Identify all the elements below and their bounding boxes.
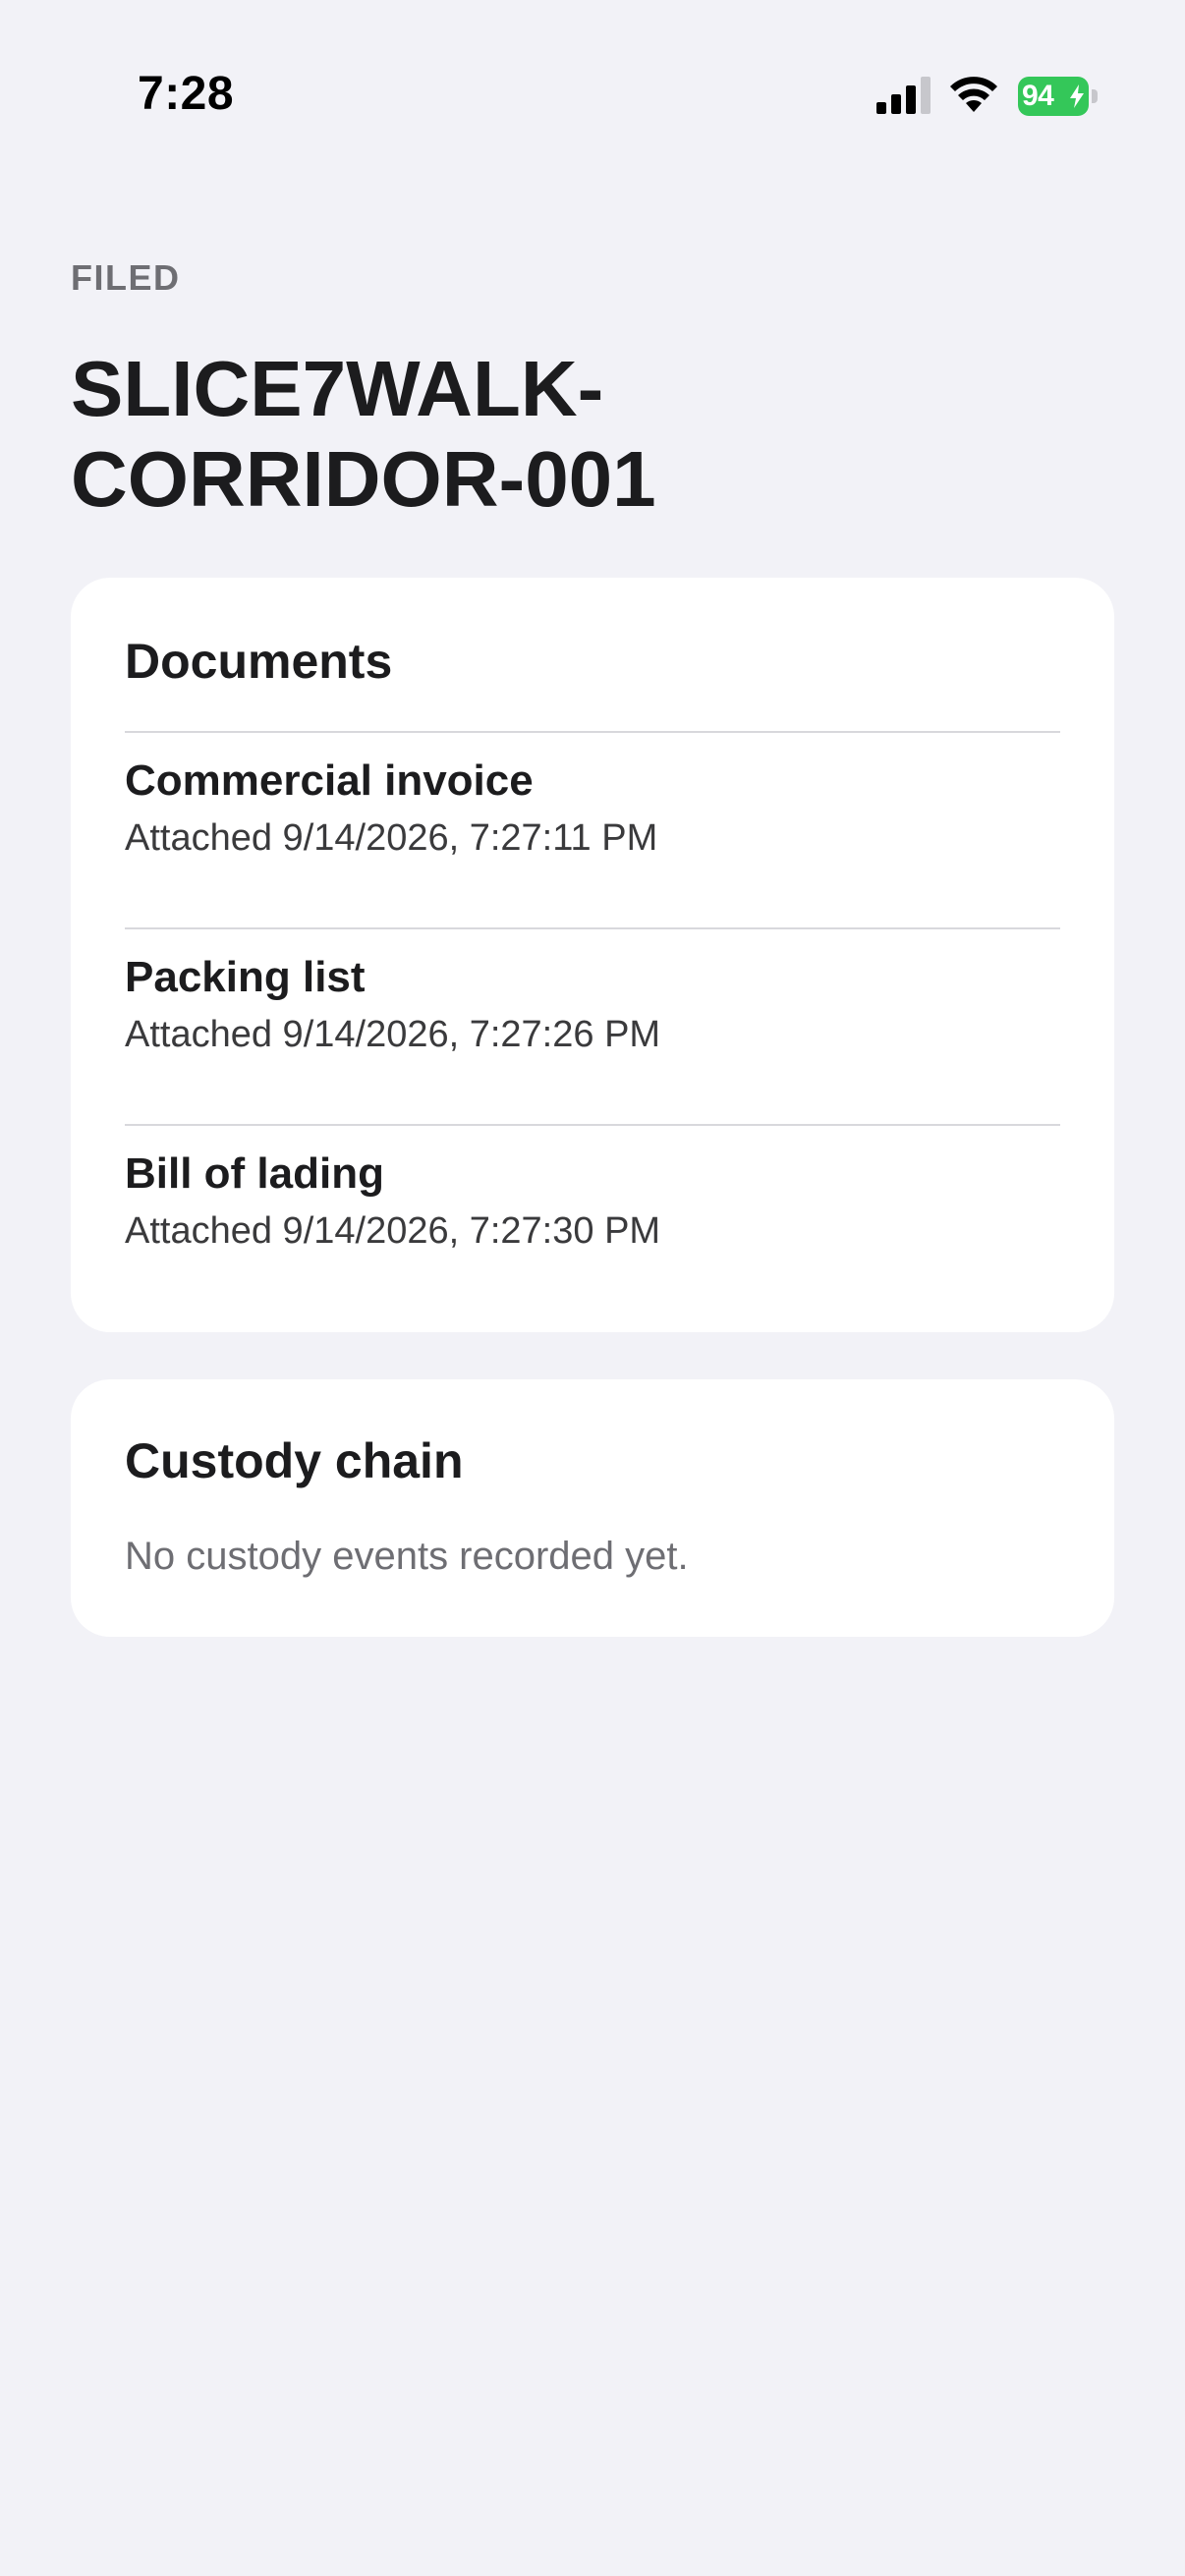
document-item-commercial-invoice[interactable]: Commercial invoice Attached 9/14/2026, 7… [125,731,1060,927]
status-bar: 7:28 94 [0,0,1185,187]
document-name: Commercial invoice [125,756,534,805]
wifi-icon [950,77,997,112]
screen: 7:28 94 FILED SLICE7WALK-CORRIDOR-001 Do… [0,0,1185,2576]
battery-percent: 94 [1022,80,1054,112]
document-attached-timestamp: Attached 9/14/2026, 7:27:11 PM [125,817,658,859]
page-title: SLICE7WALK-CORRIDOR-001 [71,345,656,523]
status-eyebrow: FILED [71,257,181,298]
status-time: 7:28 [138,68,235,120]
custody-chain-card: Custody chain No custody events recorded… [71,1379,1114,1637]
document-attached-timestamp: Attached 9/14/2026, 7:27:30 PM [125,1210,661,1252]
document-item-packing-list[interactable]: Packing list Attached 9/14/2026, 7:27:26… [125,927,1060,1124]
custody-chain-title: Custody chain [125,1433,464,1488]
battery-nub [1092,89,1098,103]
custody-empty-message: No custody events recorded yet. [125,1535,689,1578]
bolt-icon [1070,84,1084,108]
document-item-bill-of-lading[interactable]: Bill of lading Attached 9/14/2026, 7:27:… [125,1124,1060,1320]
battery-charging-icon: 94 [1018,77,1099,116]
document-name: Packing list [125,953,366,1001]
documents-card: Documents Commercial invoice Attached 9/… [71,578,1114,1332]
documents-title: Documents [125,634,393,689]
document-attached-timestamp: Attached 9/14/2026, 7:27:26 PM [125,1014,661,1055]
documents-list: Commercial invoice Attached 9/14/2026, 7… [125,731,1060,1320]
document-name: Bill of lading [125,1149,384,1198]
cellular-signal-icon [876,77,931,114]
